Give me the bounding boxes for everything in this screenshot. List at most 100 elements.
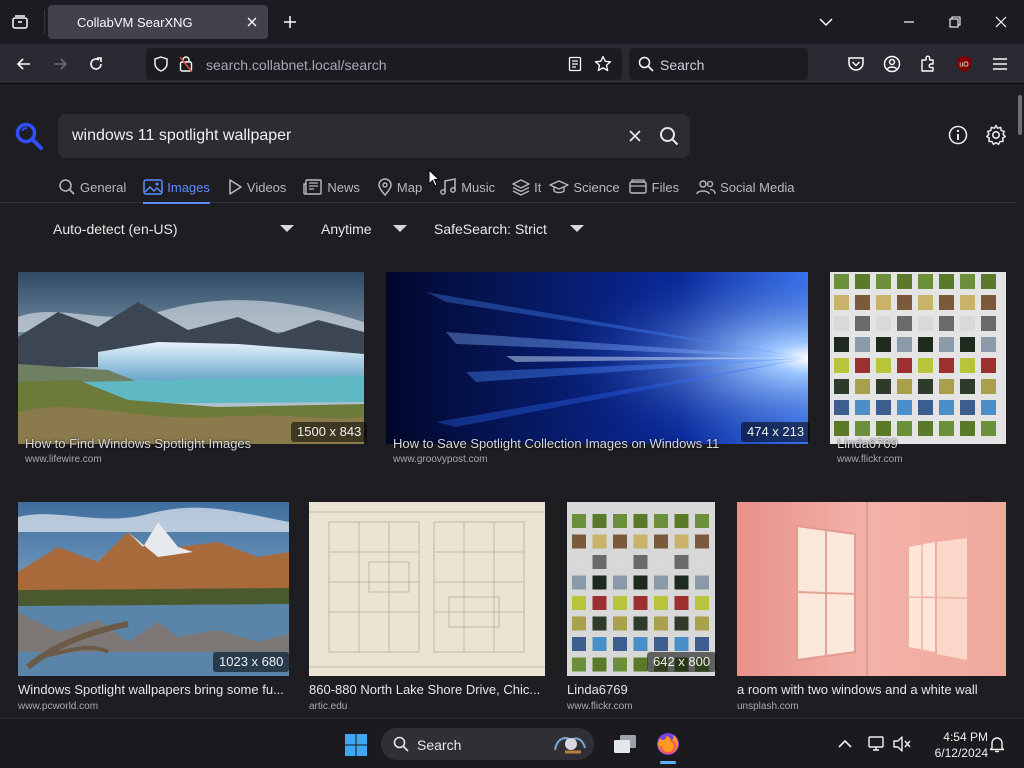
searx-header: windows 11 spotlight wallpaper General I… bbox=[0, 85, 1016, 204]
image-result[interactable]: Linda6769 www.flickr.com bbox=[830, 272, 1006, 466]
tab-images[interactable]: Images bbox=[143, 175, 210, 204]
submit-search-button[interactable] bbox=[657, 124, 681, 148]
back-button[interactable] bbox=[10, 50, 38, 78]
mosaic-tile bbox=[834, 316, 849, 331]
result-thumbnail[interactable] bbox=[830, 272, 1006, 444]
tab-general[interactable]: General bbox=[58, 175, 126, 199]
mosaic-tile bbox=[939, 337, 954, 352]
tab-music[interactable]: Music bbox=[439, 175, 495, 199]
reload-button[interactable] bbox=[82, 50, 110, 78]
restore-icon bbox=[949, 16, 961, 28]
restore-button[interactable] bbox=[938, 6, 972, 38]
result-source: www.groovypost.com bbox=[393, 454, 488, 465]
taskbar-search-box[interactable]: Search bbox=[381, 728, 594, 760]
play-icon bbox=[229, 179, 242, 195]
chevron-down-icon[interactable] bbox=[570, 225, 584, 232]
tab-files[interactable]: Files bbox=[628, 175, 679, 199]
language-select[interactable]: Auto-detect (en-US) bbox=[53, 221, 178, 237]
image-result[interactable]: a room with two windows and a white wall… bbox=[737, 502, 1006, 717]
mosaic-tile bbox=[960, 295, 975, 310]
close-window-button[interactable] bbox=[984, 6, 1018, 38]
tab-videos[interactable]: Videos bbox=[227, 175, 286, 199]
tab-social-media[interactable]: Social Media bbox=[696, 175, 795, 199]
chevron-down-icon[interactable] bbox=[393, 225, 407, 232]
clear-search-button[interactable] bbox=[624, 125, 646, 147]
result-title[interactable]: Windows Spotlight wallpapers bring some … bbox=[18, 682, 289, 697]
shield-icon[interactable] bbox=[153, 56, 169, 72]
result-title[interactable]: How to Find Windows Spotlight Images bbox=[25, 436, 285, 451]
layers-icon bbox=[512, 179, 530, 196]
task-view-button[interactable] bbox=[610, 729, 640, 759]
result-source: www.lifewire.com bbox=[25, 454, 102, 465]
mosaic-tile bbox=[939, 274, 954, 289]
url-bar[interactable]: search.collabnet.local/search bbox=[146, 48, 622, 80]
tab-science[interactable]: Science bbox=[549, 175, 620, 199]
searxng-logo-icon[interactable] bbox=[14, 121, 44, 151]
tab-map[interactable]: Map bbox=[377, 175, 422, 199]
new-tab-button[interactable] bbox=[278, 10, 302, 34]
about-button[interactable] bbox=[946, 123, 970, 147]
preferences-button[interactable] bbox=[984, 123, 1008, 147]
mosaic-tile bbox=[654, 575, 668, 590]
mosaic-tile bbox=[674, 575, 689, 590]
query-search-box[interactable]: windows 11 spotlight wallpaper bbox=[58, 114, 690, 158]
firefox-taskbar-button[interactable] bbox=[653, 729, 683, 759]
image-result[interactable]: 642 x 800 Linda6769 www.flickr.com bbox=[567, 502, 717, 717]
volume-button[interactable] bbox=[891, 733, 913, 755]
list-all-tabs-button[interactable] bbox=[4, 6, 36, 38]
show-hidden-icons-button[interactable] bbox=[834, 733, 856, 755]
close-icon bbox=[629, 130, 641, 142]
windows-start-icon[interactable] bbox=[344, 733, 368, 757]
result-title[interactable]: Linda6769 bbox=[567, 682, 715, 697]
clock-date: 6/12/2024 bbox=[934, 746, 988, 760]
mosaic-tile bbox=[960, 400, 975, 415]
result-title[interactable]: 860-880 North Lake Shore Drive, Chic... bbox=[309, 682, 545, 697]
tab-close-button[interactable] bbox=[242, 12, 262, 32]
mosaic-tile bbox=[876, 337, 891, 352]
mosaic-tile bbox=[876, 400, 891, 415]
result-thumbnail[interactable] bbox=[567, 502, 715, 676]
lock-insecure-icon[interactable] bbox=[179, 55, 193, 73]
result-title[interactable]: Linda6769 bbox=[837, 436, 997, 451]
search-query-input[interactable]: windows 11 spotlight wallpaper bbox=[72, 127, 291, 145]
ublock-button[interactable]: uO bbox=[950, 50, 978, 78]
result-thumbnail[interactable] bbox=[737, 502, 1006, 676]
bookmark-star-icon[interactable] bbox=[594, 55, 612, 73]
result-thumbnail[interactable] bbox=[18, 502, 289, 676]
mosaic-tile bbox=[897, 295, 912, 310]
image-result[interactable]: How to Find Windows Spotlight Images 150… bbox=[18, 272, 368, 466]
extensions-button[interactable] bbox=[914, 50, 942, 78]
result-title[interactable]: a room with two windows and a white wall bbox=[737, 682, 1006, 697]
minimize-button[interactable] bbox=[892, 6, 926, 38]
result-thumbnail[interactable] bbox=[309, 502, 545, 676]
tab-news[interactable]: News bbox=[303, 175, 360, 199]
url-text[interactable]: search.collabnet.local/search bbox=[206, 57, 387, 73]
image-result[interactable]: 860-880 North Lake Shore Drive, Chic... … bbox=[309, 502, 545, 717]
app-menu-button[interactable] bbox=[986, 50, 1014, 78]
image-result[interactable]: 1023 x 680 Windows Spotlight wallpapers … bbox=[18, 502, 290, 717]
image-result[interactable]: How to Save Spotlight Collection Images … bbox=[386, 272, 811, 466]
web-search-bar[interactable]: Search bbox=[629, 48, 808, 80]
tab-overflow-button[interactable] bbox=[809, 6, 843, 38]
safesearch-select[interactable]: SafeSearch: Strict bbox=[434, 221, 547, 237]
pocket-button[interactable] bbox=[842, 50, 870, 78]
chevron-down-icon[interactable] bbox=[280, 225, 294, 232]
forward-button[interactable] bbox=[46, 50, 74, 78]
mosaic-tile bbox=[855, 421, 870, 436]
tab-strip: CollabVM SearXNG bbox=[0, 0, 1024, 44]
page-scrollbar[interactable] bbox=[1016, 85, 1024, 718]
time-range-select[interactable]: Anytime bbox=[321, 221, 372, 237]
reader-view-icon[interactable] bbox=[567, 56, 583, 72]
network-button[interactable] bbox=[866, 733, 888, 755]
result-title[interactable]: How to Save Spotlight Collection Images … bbox=[393, 436, 733, 451]
scrollbar-thumb[interactable] bbox=[1018, 95, 1022, 135]
photo-mosaic-image bbox=[834, 274, 996, 436]
result-thumbnail[interactable] bbox=[18, 272, 364, 444]
notifications-button[interactable] bbox=[986, 733, 1008, 755]
account-button[interactable] bbox=[878, 50, 906, 78]
tab-it[interactable]: It bbox=[512, 175, 541, 199]
tab-searxng[interactable]: CollabVM SearXNG bbox=[48, 5, 268, 39]
mosaic-tile bbox=[960, 421, 975, 436]
taskbar-clock[interactable]: 4:54 PM 6/12/2024 bbox=[918, 729, 988, 761]
result-thumbnail[interactable] bbox=[386, 272, 808, 444]
